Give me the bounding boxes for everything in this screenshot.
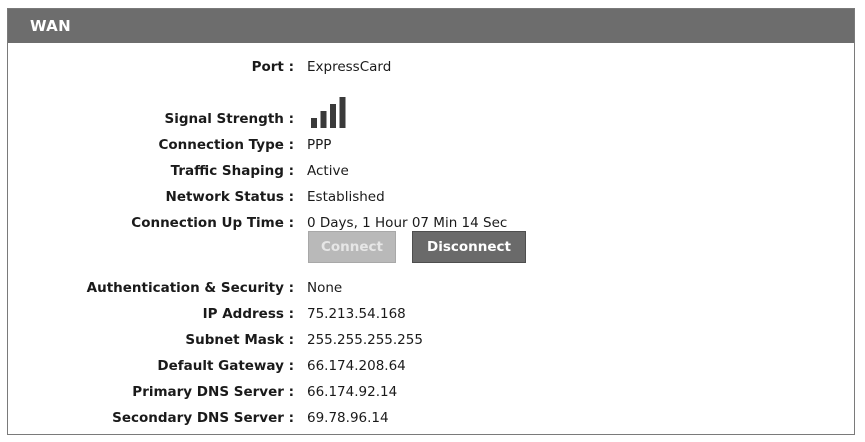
primary-dns-label: Primary DNS Server : [132, 384, 294, 400]
wan-panel: WAN Port : ExpressCard Signal Strength :… [7, 8, 855, 435]
network-status-label: Network Status : [165, 189, 294, 205]
connection-up-time-label: Connection Up Time : [131, 215, 294, 231]
panel-title: WAN [8, 9, 854, 43]
row-ip-address: IP Address : 75.213.54.168 [8, 302, 854, 326]
primary-dns-value: 66.174.92.14 [307, 384, 398, 400]
disconnect-button[interactable]: Disconnect [412, 231, 526, 263]
ip-address-label: IP Address : [202, 306, 294, 322]
signal-bar [339, 97, 346, 128]
traffic-shaping-label: Traffic Shaping : [170, 163, 294, 179]
connect-button[interactable]: Connect [308, 231, 396, 263]
row-connection-type: Connection Type : PPP [8, 133, 854, 157]
port-value: ExpressCard [307, 59, 392, 75]
port-label: Port : [251, 59, 294, 75]
connection-type-value: PPP [307, 137, 332, 153]
row-primary-dns: Primary DNS Server : 66.174.92.14 [8, 380, 854, 404]
row-default-gateway: Default Gateway : 66.174.208.64 [8, 354, 854, 378]
row-network-status: Network Status : Established [8, 185, 854, 209]
auth-security-value: None [307, 280, 343, 296]
subnet-mask-label: Subnet Mask : [185, 332, 294, 348]
signal-strength-label: Signal Strength : [164, 111, 295, 127]
row-traffic-shaping: Traffic Shaping : Active [8, 159, 854, 183]
signal-bar [320, 111, 327, 128]
signal-bar [330, 104, 336, 128]
default-gateway-value: 66.174.208.64 [307, 358, 406, 374]
default-gateway-label: Default Gateway : [157, 358, 294, 374]
auth-security-label: Authentication & Security : [86, 280, 294, 296]
signal-bar [311, 118, 317, 128]
network-status-value: Established [307, 189, 385, 205]
row-signal-strength: Signal Strength : [8, 97, 854, 131]
connection-type-label: Connection Type : [158, 137, 294, 153]
row-secondary-dns: Secondary DNS Server : 69.78.96.14 [8, 406, 854, 430]
secondary-dns-label: Secondary DNS Server : [112, 410, 294, 426]
secondary-dns-value: 69.78.96.14 [307, 410, 389, 426]
row-port: Port : ExpressCard [8, 55, 854, 79]
signal-strength-icon [311, 97, 346, 128]
traffic-shaping-value: Active [307, 163, 349, 179]
row-subnet-mask: Subnet Mask : 255.255.255.255 [8, 328, 854, 352]
row-auth-security: Authentication & Security : None [8, 276, 854, 300]
subnet-mask-value: 255.255.255.255 [307, 332, 423, 348]
ip-address-value: 75.213.54.168 [307, 306, 406, 322]
